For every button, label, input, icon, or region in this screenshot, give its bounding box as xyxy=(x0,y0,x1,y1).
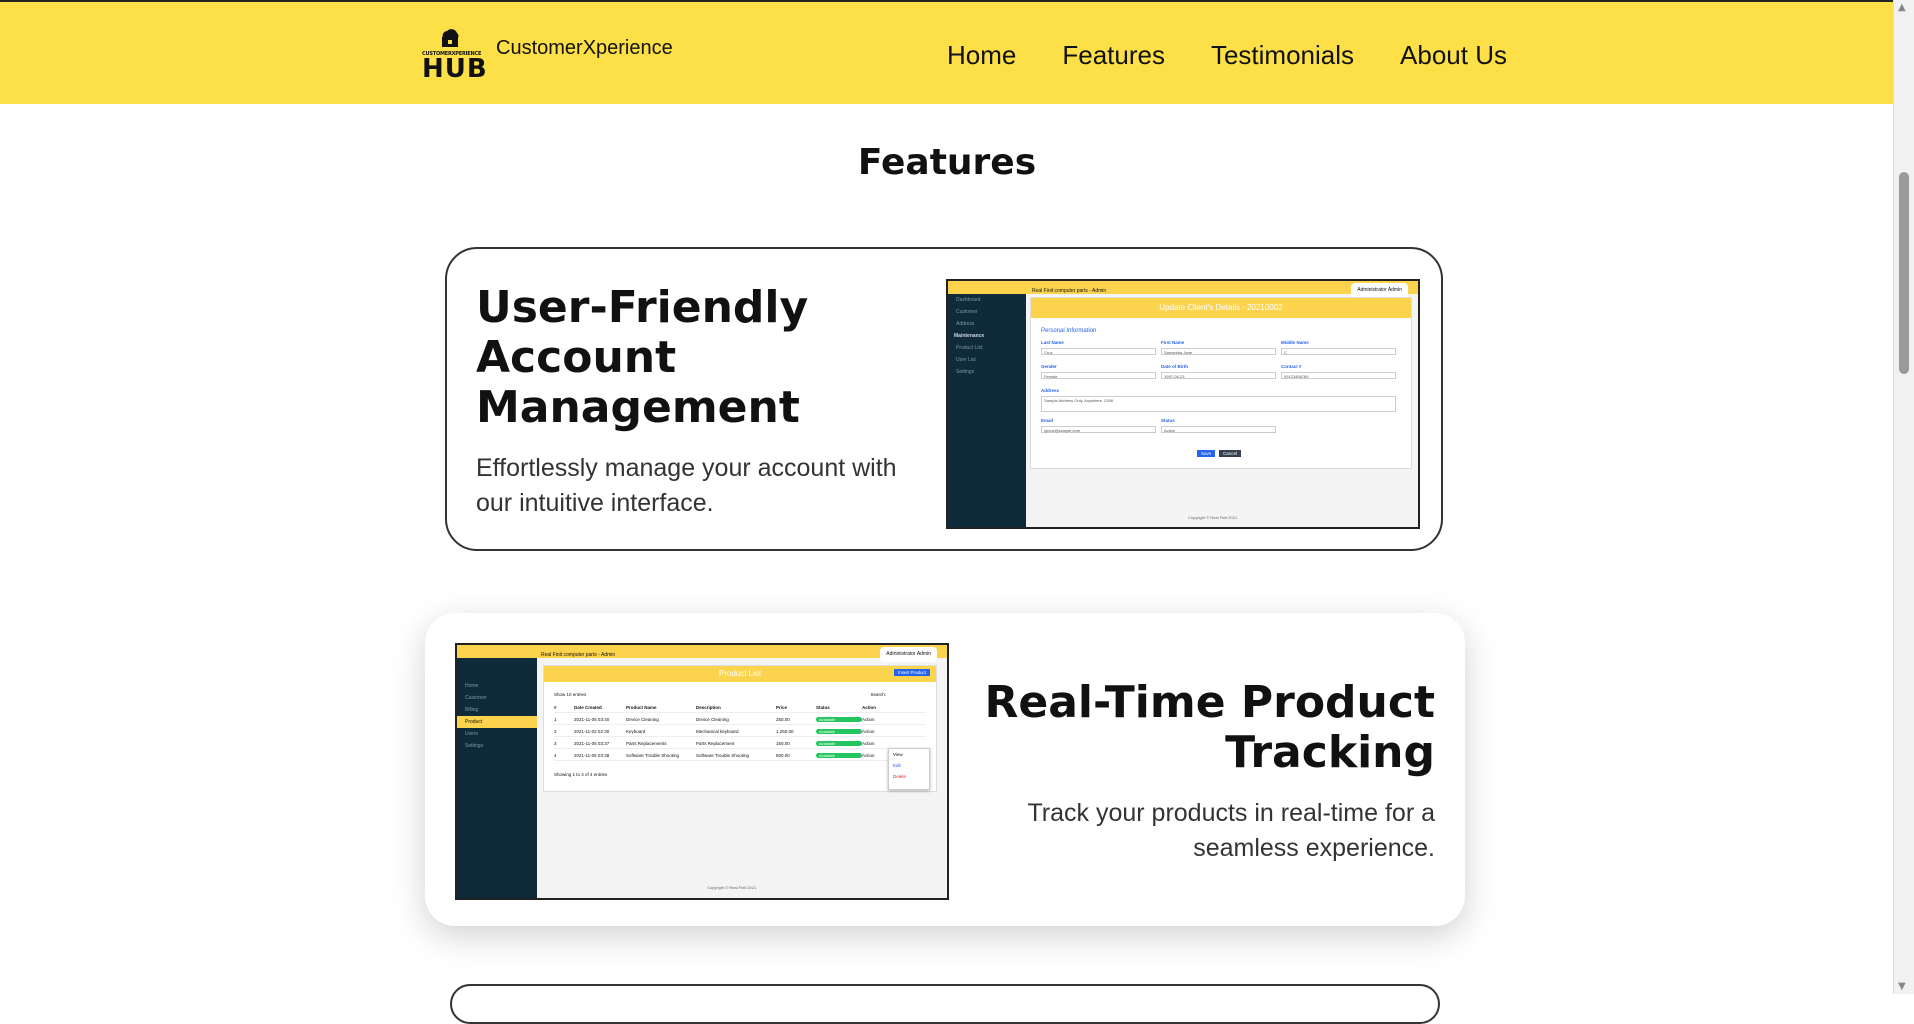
mini-label: Gender xyxy=(1041,364,1057,369)
mini-input: Samantha Jane xyxy=(1161,348,1276,355)
scroll-down-arrow-icon[interactable]: ▼ xyxy=(1898,981,1906,992)
mini-table-header: # Date Created Product Name Description … xyxy=(554,702,926,713)
mini-sidebar: Dashboard Customer Address Maintenance P… xyxy=(948,281,1026,527)
mini-table-row: 4 2021-11-05 03:38 Software Trouble Shooti… xyxy=(554,750,926,761)
mini-label: Contact # xyxy=(1281,364,1302,369)
mini-footer: Copyright © Real Finit 2021 xyxy=(1188,515,1238,520)
mini-admin-label: Administrator Admin xyxy=(880,647,937,662)
nav-home[interactable]: Home xyxy=(947,40,1016,71)
mini-input: 09123456789 xyxy=(1281,372,1396,379)
mini-table-row: 1 2021-11-05 03:40 Device Cleaning Device C… xyxy=(554,714,926,725)
feature-card-product-tracking: Real Finit computer parts - Admin Admini… xyxy=(425,613,1465,926)
mini-app-title: Real Finit computer parts - Admin xyxy=(541,652,616,658)
mini-footer: Copyright © Real Finit 2021 xyxy=(707,885,757,890)
mini-menu-item: Delete xyxy=(893,774,907,779)
mini-sidebar: Home Customer Billing Product Users Sett… xyxy=(457,645,537,898)
mini-label: Middle Name xyxy=(1281,340,1309,345)
mini-sidebar-item: User List xyxy=(956,357,976,363)
product-list-screenshot: Real Finit computer parts - Admin Admini… xyxy=(455,643,949,900)
mini-table-row: 3 2021-11-05 03:37 Parts Replacements Parts… xyxy=(554,738,926,749)
mini-input: sjcruz@sample.com xyxy=(1041,426,1156,433)
nav-about-us[interactable]: About Us xyxy=(1400,40,1507,71)
mini-label: Email xyxy=(1041,418,1054,423)
cloud-box-icon xyxy=(442,29,459,47)
mini-label: Status xyxy=(1161,418,1175,423)
mini-product-panel: Product List Insert Product Show 10 entr… xyxy=(543,665,937,792)
mini-menu-item: View xyxy=(893,752,903,757)
mini-sidebar-item: Customer xyxy=(465,695,487,701)
mini-sidebar-item: Dashboard xyxy=(956,297,981,303)
brand-name[interactable]: CustomerXperience xyxy=(496,37,673,60)
main-nav: Home Features Testimonials About Us xyxy=(947,40,1507,71)
mini-sidebar-item: Product List xyxy=(956,345,983,351)
mini-admin-label: Administrator Admin xyxy=(1351,283,1408,298)
mini-sidebar-item: Settings xyxy=(465,743,484,749)
mini-input: Cruz xyxy=(1041,348,1156,355)
mini-label: Last Name xyxy=(1041,340,1064,345)
mini-sidebar-group: Maintenance xyxy=(954,333,985,339)
section-title: Features xyxy=(857,142,1037,183)
feature-title: Real-Time Product Tracking xyxy=(984,677,1435,778)
mini-label: Date of Birth xyxy=(1161,364,1188,369)
mini-textarea: Sample Address Only, Anywhere, 2306 xyxy=(1041,396,1396,412)
mini-showing-text: Showing 1 to 4 of 4 entries xyxy=(554,772,608,777)
mini-sidebar-item: Home xyxy=(465,683,479,689)
feature-card-partial xyxy=(450,984,1440,1024)
mini-list-title: Product List xyxy=(544,666,936,682)
mini-form-panel: Update Client's Details - 20210002 Perso… xyxy=(1030,297,1412,469)
hub-logo: CUSTOMERXPERIENCE HUB xyxy=(422,24,488,84)
mini-show-entries: Show 10 entries xyxy=(554,692,587,697)
mini-label: First Name xyxy=(1161,340,1185,345)
mini-menu-item: Edit xyxy=(893,763,901,768)
mini-table-row: 2 2021-11-02 02:30 Keyboard Mechanical keyb… xyxy=(554,726,926,737)
mini-action-menu: View Edit Delete xyxy=(888,748,930,790)
mini-search-label: Search: xyxy=(870,692,886,697)
mini-save-button: Save xyxy=(1197,450,1216,457)
feature-title: User-Friendly Account Management xyxy=(476,282,809,433)
logo-hub-text: HUB xyxy=(422,54,488,84)
mini-sidebar-item: Customer xyxy=(956,309,978,315)
mini-cancel-button: Cancel xyxy=(1219,450,1242,457)
brand[interactable]: CUSTOMERXPERIENCE HUB CustomerXperience xyxy=(422,24,673,84)
mini-input: Female xyxy=(1041,372,1156,379)
mini-section-label: Personal Information xyxy=(1041,328,1097,334)
scroll-up-arrow-icon[interactable]: ▲ xyxy=(1898,2,1906,13)
mini-select: Active xyxy=(1161,426,1276,433)
nav-testimonials[interactable]: Testimonials xyxy=(1211,40,1354,71)
mini-input: C xyxy=(1281,348,1396,355)
nav-features[interactable]: Features xyxy=(1062,40,1165,71)
page-scrollbar[interactable]: ▲ ▼ xyxy=(1893,0,1914,994)
feature-description: Track your products in real-time for a s… xyxy=(1027,799,1435,862)
mini-sidebar-item: Settings xyxy=(956,369,975,375)
feature-card-account-management: User-Friendly Account Management Effortl… xyxy=(445,247,1443,551)
account-form-screenshot: Real Finit computer parts - Admin Admini… xyxy=(946,279,1420,529)
feature-description: Effortlessly manage your account with ou… xyxy=(476,454,897,517)
mini-label: Address xyxy=(1041,388,1060,393)
mini-insert-button: Insert Product xyxy=(893,669,930,676)
mini-sidebar-item: Address xyxy=(956,321,975,327)
mini-sidebar-item: Billing xyxy=(465,707,479,713)
mini-sidebar-item-active: Product xyxy=(457,716,537,728)
top-navbar: CUSTOMERXPERIENCE HUB CustomerXperience … xyxy=(0,0,1894,104)
scroll-thumb[interactable] xyxy=(1899,172,1909,374)
mini-sidebar-item: Users xyxy=(465,731,479,737)
mini-input: 1997-06-23 xyxy=(1161,372,1276,379)
mini-form-title: Update Client's Details - 20210002 xyxy=(1031,298,1411,318)
